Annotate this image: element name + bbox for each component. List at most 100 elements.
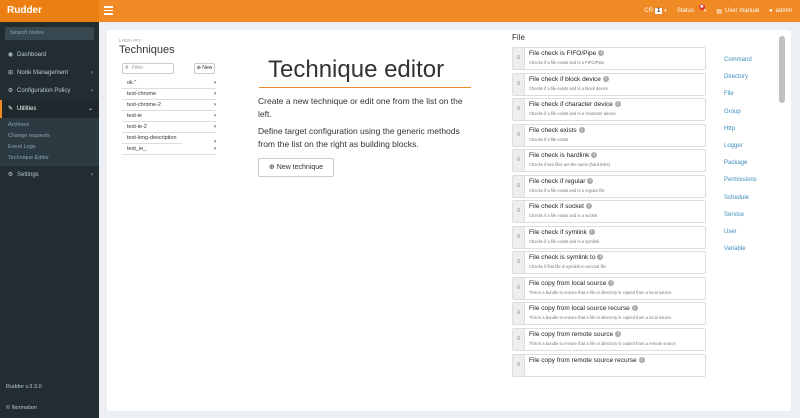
generic-method-item[interactable]: ≡ File copy from local source i This is a b… [512, 276, 706, 300]
change-requests-menu[interactable]: CR 1 ▾ [644, 8, 667, 14]
generic-method-item[interactable]: ≡ File check if character device i Checks i… [512, 98, 706, 122]
technique-item[interactable]: test-chrome › [122, 89, 216, 100]
drag-handle-icon[interactable]: ≡ [513, 354, 525, 376]
subnav-archives[interactable]: Archives [0, 120, 99, 131]
drag-handle-icon[interactable]: ≡ [513, 201, 525, 223]
generic-method-item[interactable]: ≡ File check is hardlink i Checks if two fi… [512, 149, 706, 173]
method-name: File check if socket i [529, 203, 592, 210]
sidebar-item-configuration-policy[interactable]: ⚙ Configuration Policy ‹ [0, 82, 99, 100]
generic-method-item[interactable]: ≡ File check if symlink i Checks if a file … [512, 225, 706, 249]
technique-item[interactable]: test-chrome-2 › [122, 100, 216, 111]
drag-handle-icon[interactable]: ≡ [513, 150, 525, 172]
info-icon[interactable]: i [614, 101, 621, 108]
cr-count-badge: 1 [654, 8, 663, 14]
policy-icon: ⚙ [7, 88, 14, 94]
category-link[interactable]: Service [724, 212, 757, 229]
category-link[interactable]: Logger [724, 143, 757, 160]
drag-handle-icon[interactable]: ≡ [513, 329, 525, 351]
drag-handle-icon[interactable]: ≡ [513, 175, 525, 197]
username: admin [775, 8, 792, 14]
info-icon[interactable]: i [587, 177, 594, 184]
sidebar-item-node-management[interactable]: ⊞ Node Management ‹ [0, 64, 99, 82]
info-icon[interactable]: i [585, 203, 592, 210]
drag-handle-icon[interactable]: ≡ [513, 303, 525, 325]
new-technique-small-button[interactable]: ⊕ New [194, 63, 215, 74]
technique-item[interactable]: test-long-description › [122, 133, 216, 145]
subnav-change-requests[interactable]: Change requests [0, 131, 99, 142]
info-icon[interactable]: i [608, 279, 615, 286]
search-nodes-input[interactable]: Search nodes [5, 27, 94, 40]
technique-name: ok." [127, 80, 137, 86]
category-link[interactable]: Http [724, 126, 757, 143]
info-icon[interactable]: i [591, 152, 598, 159]
info-icon[interactable]: i [578, 126, 585, 133]
generic-method-item[interactable]: ≡ File copy from remote source recurse i [512, 353, 706, 377]
generic-method-item[interactable]: ≡ File check is FIFO/Pipe i Checks if a fil… [512, 47, 706, 70]
sidebar-toggle-icon[interactable] [104, 6, 113, 15]
drag-handle-icon[interactable]: ≡ [513, 99, 525, 121]
info-icon[interactable]: i [638, 356, 645, 363]
info-icon[interactable]: i [615, 331, 622, 338]
method-name: File check if block device i [529, 75, 609, 83]
drag-handle-icon[interactable]: ≡ [513, 73, 525, 95]
generic-method-item[interactable]: ≡ File copy from local source recurse i Thi… [512, 302, 706, 326]
technique-item[interactable]: test-ie-2 › [122, 122, 216, 133]
method-name: File check if symlink i [529, 228, 595, 236]
plus-circle-icon: ⊕ [196, 65, 201, 71]
technique-item[interactable]: test-ie › [122, 111, 216, 122]
generic-method-item[interactable]: ≡ File check is symlink to i Checks if firs… [512, 251, 706, 275]
generic-method-item[interactable]: ≡ File copy from remote source i This is a … [512, 328, 706, 352]
category-link[interactable]: Permissions [724, 177, 757, 194]
method-name: File check is FIFO/Pipe i [529, 50, 605, 57]
method-name: File copy from local source recurse i [529, 305, 638, 312]
drag-handle-icon[interactable]: ≡ [513, 277, 525, 299]
generic-method-item[interactable]: ≡ File check if socket i Checks if a file e… [512, 200, 706, 224]
generic-method-item[interactable]: ≡ File check exists i Checks if a file exis… [512, 123, 706, 147]
info-icon[interactable]: i [598, 50, 605, 56]
generic-method-item[interactable]: ≡ File check if block device i Checks if a … [512, 72, 706, 96]
method-name: File check if regular i [529, 177, 594, 185]
status-menu[interactable]: Status ✖ ▾ [677, 4, 706, 14]
technique-filter-input[interactable]: ⚲ Filter [122, 63, 174, 74]
method-name: File copy from local source i [529, 279, 615, 287]
info-icon[interactable]: i [597, 254, 604, 261]
brand-logo[interactable]: Rudder [0, 0, 99, 22]
category-link[interactable]: Group [724, 109, 757, 126]
category-link[interactable]: Package [724, 160, 757, 177]
info-icon[interactable]: i [602, 75, 609, 82]
sidebar-item-settings[interactable]: ⚙ Settings ‹ [0, 166, 99, 184]
drag-handle-icon[interactable]: ≡ [513, 226, 525, 248]
scrollbar[interactable] [779, 36, 785, 103]
info-icon[interactable]: i [631, 305, 638, 312]
user-manual-link[interactable]: ▤ User manual [716, 8, 759, 15]
category-link[interactable]: Command [724, 57, 757, 74]
user-icon: ● [769, 8, 773, 14]
technique-item[interactable]: test_ie_ › [122, 144, 216, 155]
method-description: Checks if a file exists and is a FIFO/Pi… [529, 60, 605, 65]
category-link[interactable]: Variable [724, 246, 757, 263]
technique-name: test-chrome [127, 91, 157, 97]
sidebar-item-utilities[interactable]: ✎ Utilities ⌄ [0, 100, 99, 118]
category-link[interactable]: Schedule [724, 195, 757, 212]
technique-item[interactable]: ok." › [122, 78, 216, 89]
info-icon[interactable]: i [588, 228, 595, 235]
user-menu[interactable]: ● admin [769, 8, 792, 14]
status-error-badge: ✖ [698, 4, 705, 10]
subnav-event-logs[interactable]: Event Logs [0, 142, 99, 153]
technique-name: test-long-description [127, 135, 177, 141]
cr-label: CR [644, 8, 653, 14]
sidebar-item-dashboard[interactable]: ◉ Dashboard [0, 46, 99, 64]
generic-method-item[interactable]: ≡ File check if regular i Checks if a file … [512, 174, 706, 198]
technique-name: test-chrome-2 [127, 102, 161, 108]
drag-handle-icon[interactable]: ≡ [513, 124, 525, 146]
method-name: File copy from remote source recurse i [529, 356, 645, 364]
category-link[interactable]: User [724, 229, 757, 246]
technique-name: test_ie_ [127, 146, 147, 152]
category-link[interactable]: File [724, 91, 757, 108]
category-link[interactable]: Directory [724, 74, 757, 91]
drag-handle-icon[interactable]: ≡ [513, 252, 525, 274]
drag-handle-icon[interactable]: ≡ [513, 48, 525, 69]
chevron-left-icon: ‹ [91, 172, 93, 178]
subnav-technique-editor[interactable]: Technique Editor [0, 153, 99, 164]
new-technique-button[interactable]: ⊕ New technique [258, 158, 334, 177]
